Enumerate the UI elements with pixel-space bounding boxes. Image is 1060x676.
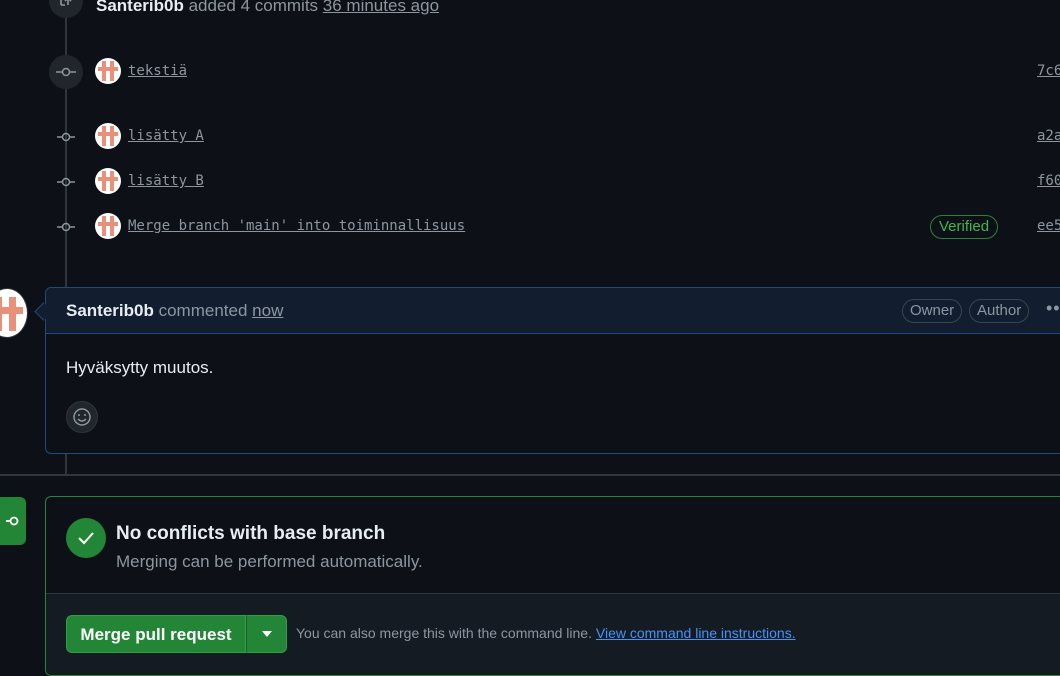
timeline-line-mid [65, 452, 67, 474]
commit-node-icon [57, 129, 75, 145]
author-label: Author [969, 299, 1030, 323]
push-action: added 4 commits [188, 0, 319, 15]
comment-time-link[interactable]: now [252, 301, 283, 320]
commit-message-link[interactable]: tekstiä [128, 63, 187, 79]
commit-sha-link[interactable]: 7c6 [1037, 63, 1060, 79]
commit-sha-link[interactable]: ee5 [1037, 218, 1060, 234]
merge-options-dropdown[interactable] [246, 615, 287, 653]
push-icon [49, 0, 83, 18]
comment-box: Santerib0b commented now Owner Author ••… [45, 287, 1060, 454]
commit-row: lisätty A a2a [0, 122, 1060, 152]
merge-status-subtitle: Merging can be performed automatically. [116, 552, 423, 571]
push-time-link[interactable]: 36 minutes ago [323, 0, 439, 15]
avatar[interactable] [95, 168, 121, 194]
pr-conversation-timeline: Santerib0b added 4 commits 36 minutes ag… [0, 0, 1060, 676]
comment-action: commented [158, 301, 248, 320]
commit-message-link[interactable]: Merge branch 'main' into toiminnallisuus [128, 218, 465, 234]
section-divider [0, 474, 1060, 476]
smiley-icon[interactable] [66, 401, 98, 433]
commit-node-icon [57, 174, 75, 190]
comment-author-line: Santerib0b commented now [66, 301, 283, 321]
comment-body: Hyväksytty muutos. [66, 358, 214, 377]
commit-row: tekstiä 7c6 [0, 55, 1060, 89]
avatar[interactable] [95, 213, 121, 239]
avatar[interactable] [95, 58, 121, 84]
merge-box: No conflicts with base branch Merging ca… [45, 496, 1060, 676]
commit-sha-link[interactable]: f60 [1037, 173, 1060, 189]
avatar[interactable] [95, 123, 121, 149]
command-line-hint-text: You can also merge this with the command… [296, 625, 592, 641]
comment-header: Santerib0b commented now Owner Author •• [46, 288, 1060, 334]
comment-author-avatar[interactable] [0, 288, 28, 338]
command-line-hint: You can also merge this with the command… [296, 625, 796, 641]
commit-message-link[interactable]: lisätty A [128, 128, 204, 144]
commit-node-icon [49, 55, 83, 89]
commit-row: Merge branch 'main' into toiminnallisuus… [0, 212, 1060, 242]
kebab-icon[interactable]: •• [1046, 298, 1060, 319]
merge-status-title: No conflicts with base branch [116, 523, 386, 544]
owner-label: Owner [902, 299, 963, 323]
caret-down-icon [261, 631, 272, 637]
merge-pull-request-button[interactable]: Merge pull request [66, 615, 246, 653]
comment-author[interactable]: Santerib0b [66, 301, 154, 320]
git-merge-icon [0, 497, 26, 545]
check-icon [66, 518, 106, 558]
commit-sha-link[interactable]: a2a [1037, 128, 1060, 144]
commit-node-icon [57, 219, 75, 235]
command-line-instructions-link[interactable]: View command line instructions. [596, 625, 796, 641]
verified-badge[interactable]: Verified [930, 215, 999, 239]
push-author[interactable]: Santerib0b [96, 0, 184, 15]
push-event-header: Santerib0b added 4 commits 36 minutes ag… [96, 0, 439, 16]
merge-footer: Merge pull request You can also merge th… [46, 593, 1060, 675]
commit-message-link[interactable]: lisätty B [128, 173, 204, 189]
commit-row: lisätty B f60 [0, 167, 1060, 197]
